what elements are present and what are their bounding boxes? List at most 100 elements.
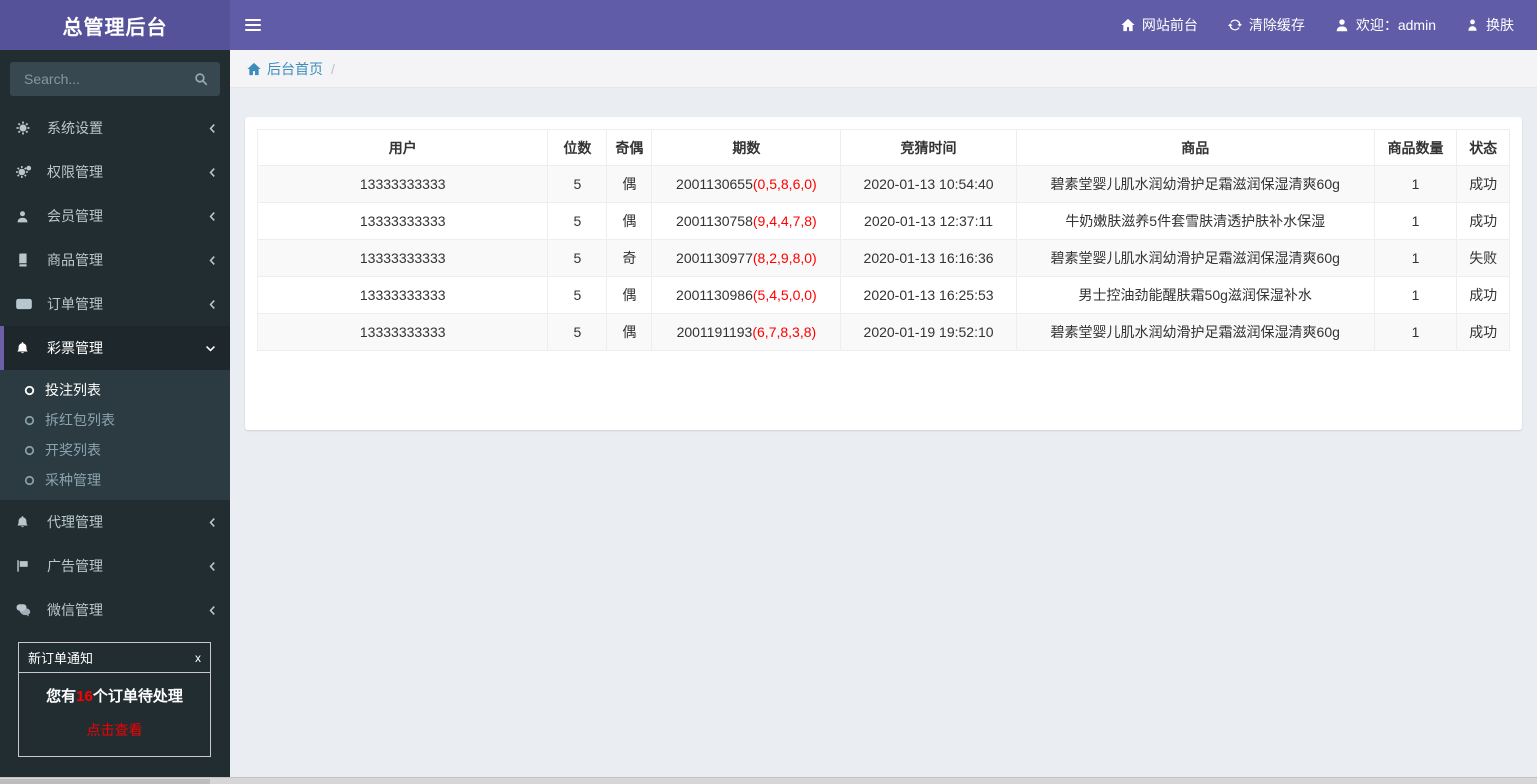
cell-period: 2001130655(0,5,8,6,0): [651, 165, 842, 203]
sidebar-item-system-settings[interactable]: 系统设置: [0, 106, 230, 150]
sidebar-toggle-button[interactable]: [230, 0, 276, 50]
sidebar-item-orders[interactable]: 订单管理: [0, 282, 230, 326]
cell-parity: 偶: [606, 313, 653, 351]
circle-icon: [24, 445, 35, 456]
search-input[interactable]: [22, 70, 188, 88]
sidebar-item-label: 商品管理: [47, 252, 103, 268]
cell-time: 2020-01-19 19:52:10: [840, 313, 1017, 351]
table-row: 13333333333 5 偶 2001130986(5,4,5,0,0) 2020-0…: [256, 276, 1510, 314]
cell-user: 13333333333: [256, 239, 549, 277]
submenu-item-draw-list[interactable]: 开奖列表: [0, 435, 230, 465]
submenu-item-label: 投注列表: [45, 382, 101, 398]
sidebar-item-label: 广告管理: [47, 558, 103, 574]
column-header-product: 商品: [1015, 129, 1375, 166]
submenu-item-label: 开奖列表: [45, 442, 101, 458]
skin-icon: [1466, 18, 1479, 32]
sidebar-item-label: 彩票管理: [47, 340, 103, 356]
table-row: 13333333333 5 奇 2001130977(8,2,9,8,0) 2020-0…: [256, 239, 1510, 277]
breadcrumb-home[interactable]: 后台首页: [247, 59, 323, 79]
user-icon: [1335, 18, 1349, 32]
circle-icon: [24, 415, 35, 426]
sidebar-item-label: 权限管理: [47, 164, 103, 180]
submenu-item-seed-management[interactable]: 采种管理: [0, 465, 230, 495]
scrollbar-thumb[interactable]: [0, 779, 210, 784]
nav-item-welcome-admin[interactable]: 欢迎：admin: [1320, 0, 1451, 50]
sidebar-item-label: 代理管理: [47, 514, 103, 530]
cell-user: 13333333333: [256, 313, 549, 351]
horizontal-scrollbar[interactable]: [0, 777, 1537, 784]
pending-order-count: 16: [76, 688, 93, 705]
search-button[interactable]: [194, 72, 208, 86]
circle-icon: [24, 385, 35, 396]
bet-table: 用户 位数 奇偶 期数 竞猜时间 商品 商品数量 状态 13333333333 5…: [256, 129, 1510, 351]
cell-digits: 5: [547, 202, 608, 240]
submenu-item-bet-list[interactable]: 投注列表: [0, 375, 230, 405]
sidebar-item-permissions[interactable]: 权限管理: [0, 150, 230, 194]
nav-item-change-skin[interactable]: 换肤: [1451, 0, 1529, 50]
lottery-submenu: 投注列表 拆红包列表 开奖列表 采种管理: [0, 370, 230, 500]
lottery-submenu-wrap: 投注列表 拆红包列表 开奖列表 采种管理: [0, 370, 230, 500]
winning-numbers: (6,7,8,3,8): [752, 324, 817, 340]
nav-item-site-front[interactable]: 网站前台: [1106, 0, 1213, 50]
column-header-user: 用户: [256, 129, 549, 166]
column-header-digits: 位数: [547, 129, 608, 166]
cell-qty: 1: [1373, 313, 1458, 351]
cell-product: 牛奶嫩肤滋养5件套雪肤清透护肤补水保湿: [1015, 202, 1375, 240]
column-header-qty: 商品数量: [1373, 129, 1458, 166]
cell-time: 2020-01-13 10:54:40: [840, 165, 1017, 203]
cell-qty: 1: [1373, 239, 1458, 277]
flag-icon: [16, 559, 40, 573]
column-header-period: 期数: [651, 129, 842, 166]
cell-digits: 5: [547, 239, 608, 277]
search-icon: [194, 72, 208, 86]
bell-icon: [16, 341, 40, 355]
sidebar-item-lottery[interactable]: 彩票管理: [0, 326, 230, 370]
top-header: 总管理后台 网站前台 清除缓存 欢迎：admin 换肤: [0, 0, 1537, 50]
cell-period: 2001130977(8,2,9,8,0): [651, 239, 842, 277]
notification-message-suffix: 个订单待处理: [92, 688, 183, 705]
cell-product: 碧素堂婴儿肌水润幼滑护足霜滋润保湿清爽60g: [1015, 165, 1375, 203]
money-icon: [16, 298, 40, 310]
view-orders-link[interactable]: 点击查看: [19, 708, 210, 756]
close-icon[interactable]: x: [195, 652, 201, 664]
cell-user: 13333333333: [256, 276, 549, 314]
gear-icon: [16, 121, 40, 135]
cell-status: 成功: [1456, 313, 1510, 351]
nav-item-label: 网站前台: [1141, 17, 1198, 33]
sidebar-item-agents[interactable]: 代理管理: [0, 500, 230, 544]
cell-digits: 5: [547, 276, 608, 314]
nav-item-label: 换肤: [1486, 17, 1514, 33]
chevron-left-icon: [209, 561, 216, 572]
table-row: 13333333333 5 偶 2001191193(6,7,8,3,8) 2020-0…: [256, 313, 1510, 351]
nav-item-clear-cache[interactable]: 清除缓存: [1213, 0, 1320, 50]
sidebar-item-products[interactable]: 商品管理: [0, 238, 230, 282]
sidebar-item-wechat[interactable]: 微信管理: [0, 588, 230, 632]
cell-product: 碧素堂婴儿肌水润幼滑护足霜滋润保湿清爽60g: [1015, 313, 1375, 351]
breadcrumb: 后台首页 /: [230, 50, 1537, 88]
sidebar-item-members[interactable]: 会员管理: [0, 194, 230, 238]
breadcrumb-home-label[interactable]: 后台首页: [267, 59, 323, 79]
home-icon: [1121, 18, 1135, 32]
submenu-item-label: 采种管理: [45, 472, 101, 488]
chevron-down-icon: [205, 345, 216, 352]
cell-parity: 偶: [606, 276, 653, 314]
cogs-icon: [16, 165, 40, 179]
table-row: 13333333333 5 偶 2001130758(9,4,4,7,8) 2020-0…: [256, 202, 1510, 240]
table-header-row: 用户 位数 奇偶 期数 竞猜时间 商品 商品数量 状态: [256, 129, 1510, 166]
nav-item-label: 清除缓存: [1248, 17, 1305, 33]
submenu-item-red-packet-list[interactable]: 拆红包列表: [0, 405, 230, 435]
column-header-time: 竞猜时间: [840, 129, 1017, 166]
bet-list-card: 用户 位数 奇偶 期数 竞猜时间 商品 商品数量 状态 13333333333 5…: [245, 117, 1522, 430]
chevron-left-icon: [209, 123, 216, 134]
refresh-icon: [1227, 18, 1242, 32]
cell-user: 13333333333: [256, 165, 549, 203]
circle-icon: [24, 475, 35, 486]
chevron-left-icon: [209, 211, 216, 222]
sidebar-item-ads[interactable]: 广告管理: [0, 544, 230, 588]
notification-message-prefix: 您有: [46, 688, 77, 705]
column-header-status: 状态: [1456, 129, 1510, 166]
app-title[interactable]: 总管理后台: [0, 0, 230, 50]
cell-qty: 1: [1373, 202, 1458, 240]
cell-digits: 5: [547, 313, 608, 351]
sidebar-item-label: 系统设置: [47, 120, 103, 136]
